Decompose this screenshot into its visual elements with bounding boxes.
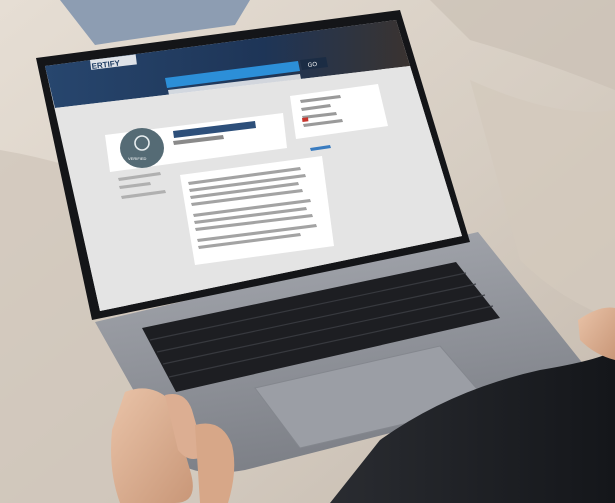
company-badge: VERIFIED <box>120 128 164 168</box>
badge-caption: VERIFIED <box>128 156 147 161</box>
red-marker <box>302 117 309 122</box>
search-button-label: GO <box>308 62 318 69</box>
description-panel <box>180 156 334 265</box>
photo-scene: ERTIFY GO VERIFIED <box>0 0 615 503</box>
